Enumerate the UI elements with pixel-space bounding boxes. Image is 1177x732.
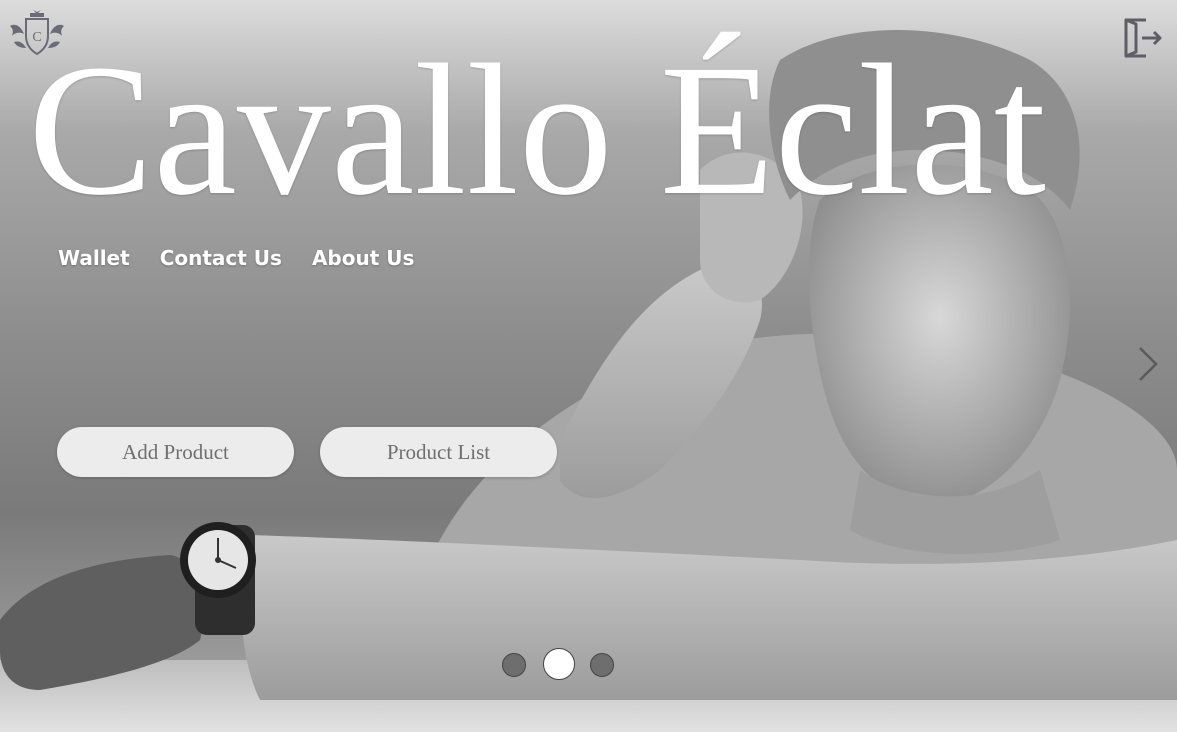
carousel-dot-3[interactable] bbox=[590, 653, 614, 677]
hero-banner: C Cavallo Éclat Wallet Contact Us About … bbox=[0, 0, 1177, 732]
logout-icon[interactable] bbox=[1118, 14, 1166, 62]
brand-title: Cavallo Éclat bbox=[28, 25, 1046, 234]
nav-item-about-us[interactable]: About Us bbox=[312, 246, 414, 270]
add-product-button[interactable]: Add Product bbox=[57, 427, 294, 477]
main-nav: Wallet Contact Us About Us bbox=[58, 246, 414, 270]
nav-item-wallet[interactable]: Wallet bbox=[58, 246, 130, 270]
chevron-right-icon[interactable] bbox=[1132, 344, 1164, 384]
product-list-button[interactable]: Product List bbox=[320, 427, 557, 477]
nav-item-contact-us[interactable]: Contact Us bbox=[160, 246, 282, 270]
carousel-dot-2-active[interactable] bbox=[543, 648, 575, 680]
carousel-dot-1[interactable] bbox=[502, 653, 526, 677]
